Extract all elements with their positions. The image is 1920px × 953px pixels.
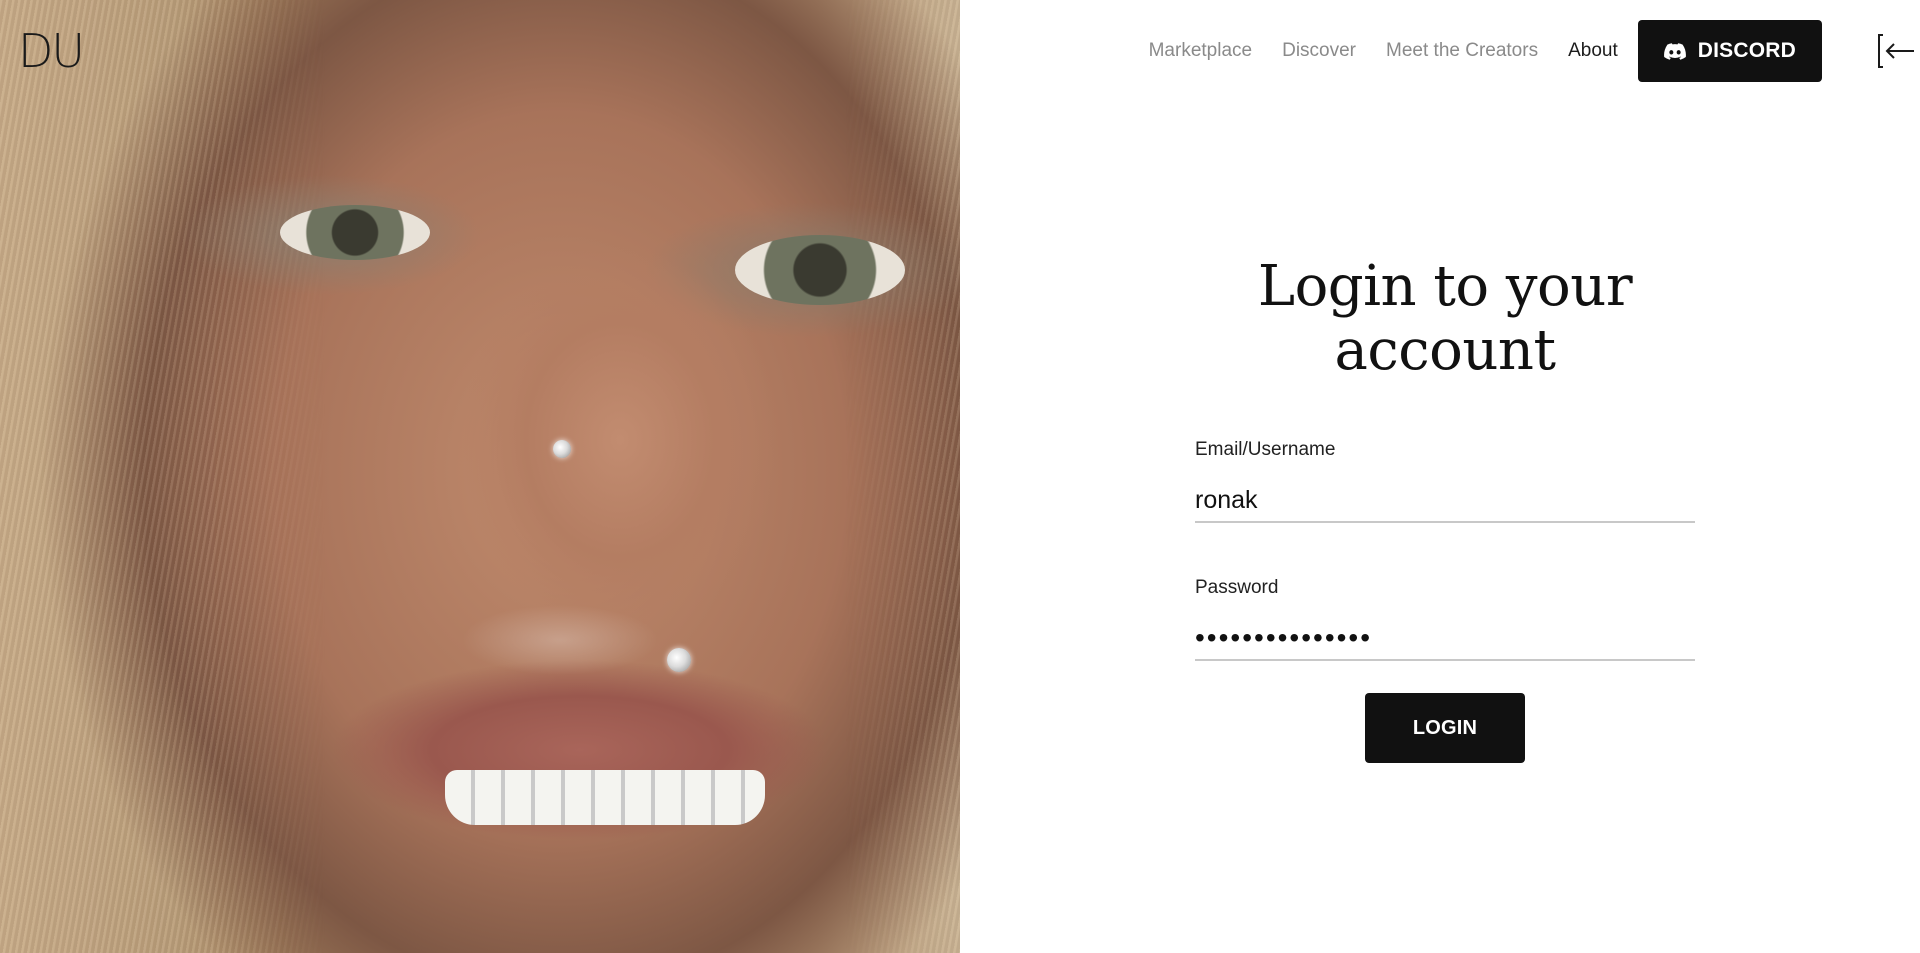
nav-meet-the-creators[interactable]: Meet the Creators bbox=[1386, 40, 1538, 62]
top-nav: Marketplace Discover Meet the Creators A… bbox=[1149, 20, 1920, 82]
title-line-1: Login to your bbox=[1257, 254, 1633, 319]
email-field-group: Email/Username bbox=[1195, 439, 1695, 523]
login-button[interactable]: LOGIN bbox=[1365, 693, 1525, 763]
nav-about[interactable]: About bbox=[1568, 40, 1618, 62]
lip-stud bbox=[667, 648, 691, 672]
discord-button[interactable]: DISCORD bbox=[1637, 20, 1822, 82]
hero-portrait-image bbox=[0, 0, 960, 953]
title-line-2: account bbox=[1334, 318, 1556, 383]
login-form: Login to your account Email/Username Pas… bbox=[1195, 255, 1695, 763]
nav-discover[interactable]: Discover bbox=[1282, 40, 1356, 62]
email-input[interactable] bbox=[1195, 479, 1695, 523]
password-input[interactable] bbox=[1195, 617, 1695, 661]
email-label: Email/Username bbox=[1195, 439, 1336, 460]
password-label: Password bbox=[1195, 577, 1279, 598]
discord-icon bbox=[1663, 42, 1686, 60]
right-eye bbox=[735, 235, 905, 305]
login-arrow-icon[interactable] bbox=[1878, 32, 1916, 70]
teeth-grillz bbox=[445, 770, 765, 825]
site-logo[interactable]: DU bbox=[18, 28, 85, 74]
discord-label: DISCORD bbox=[1697, 39, 1796, 62]
page-title: Login to your account bbox=[1195, 255, 1695, 383]
left-eye bbox=[280, 205, 430, 260]
nav-marketplace[interactable]: Marketplace bbox=[1149, 40, 1253, 62]
nose-stud bbox=[553, 440, 571, 458]
password-field-group: Password bbox=[1195, 577, 1695, 661]
